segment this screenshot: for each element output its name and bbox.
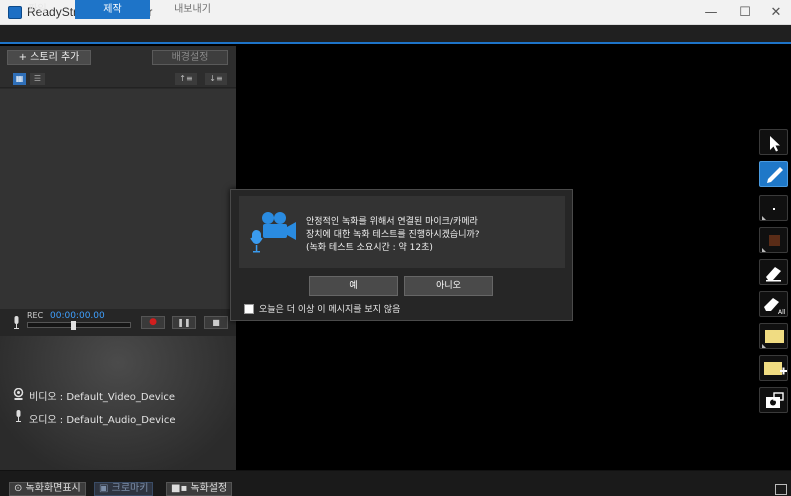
video-device-label: 비디오 : Default_Video_Device bbox=[29, 392, 176, 403]
pen-color-icon bbox=[762, 235, 780, 252]
recording-display-button[interactable]: ⊙ 녹화화면표시 bbox=[9, 482, 86, 496]
rec-label: REC bbox=[27, 311, 44, 320]
webcam-icon bbox=[13, 388, 24, 400]
rec-progress-track[interactable] bbox=[27, 322, 131, 328]
add-story-button[interactable]: + 스토리 추가 bbox=[7, 50, 91, 65]
erase-all-tool[interactable]: All bbox=[759, 291, 788, 317]
eraser-tool[interactable] bbox=[759, 259, 788, 285]
eraser-icon bbox=[766, 267, 781, 282]
fullscreen-icon[interactable] bbox=[775, 484, 787, 495]
pause-button[interactable]: ❚❚ bbox=[172, 316, 196, 329]
tab-export[interactable]: 내보내기 bbox=[150, 0, 235, 19]
dont-show-checkbox[interactable] bbox=[244, 304, 254, 314]
list-view-icon[interactable]: ☰ bbox=[30, 73, 45, 85]
pen-color-tool[interactable] bbox=[759, 227, 788, 253]
dialog-message-line: 장치에 대한 녹화 테스트를 진행하시겠습니까? bbox=[306, 230, 480, 240]
sticky-note-icon bbox=[762, 330, 784, 348]
close-button[interactable]: ✕ bbox=[758, 2, 791, 23]
grid-view-icon[interactable]: ▦ bbox=[13, 73, 26, 85]
move-down-button[interactable]: ↓≡ bbox=[205, 73, 227, 85]
dialog-message-line: (녹화 테스트 소요시간 : 약 12초) bbox=[306, 243, 433, 253]
audio-device-label: 오디오 : Default_Audio_Device bbox=[29, 415, 176, 426]
recording-settings-button[interactable]: ■▪ 녹화설정 bbox=[166, 482, 233, 496]
pen-tool-icon bbox=[767, 167, 783, 183]
dialog-message-line: 안정적인 녹화를 위해서 연결된 마이크/카메라 bbox=[306, 217, 478, 227]
background-settings-button[interactable]: 배경설정 bbox=[152, 50, 228, 65]
erase-all-icon: All bbox=[764, 298, 786, 316]
minimize-button[interactable]: — bbox=[693, 2, 729, 23]
dont-show-label: 오늘은 더 이상 이 메시지를 보지 않음 bbox=[259, 305, 401, 315]
sticky-note-tool[interactable] bbox=[759, 323, 788, 349]
record-button[interactable]: ● bbox=[141, 316, 165, 329]
pen-size-tool[interactable] bbox=[759, 195, 788, 221]
pointer-tool-icon bbox=[770, 136, 780, 152]
no-button[interactable]: 아니오 bbox=[404, 276, 493, 296]
pen-size-icon bbox=[762, 208, 775, 220]
camera-microphone-icon bbox=[250, 212, 296, 253]
rec-time: 00:00:00.00 bbox=[50, 311, 105, 321]
tab-file[interactable]: 파일 bbox=[0, 0, 75, 19]
microphone-icon bbox=[14, 316, 19, 329]
microphone-icon bbox=[16, 410, 21, 422]
chromakey-button[interactable]: ▣ 크로마키 bbox=[94, 482, 154, 496]
screen-capture-tool[interactable] bbox=[759, 387, 788, 413]
move-up-button[interactable]: ↑≡ bbox=[175, 73, 197, 85]
svg-text:All: All bbox=[778, 309, 786, 316]
tab-produce[interactable]: 제작 bbox=[75, 0, 150, 19]
pointer-tool[interactable] bbox=[759, 129, 788, 155]
device-panel bbox=[0, 336, 236, 470]
menu-tab-bar bbox=[0, 25, 791, 44]
rec-progress-handle[interactable] bbox=[71, 321, 76, 330]
yes-button[interactable]: 예 bbox=[309, 276, 398, 296]
add-sticky-note-icon bbox=[764, 362, 787, 375]
screen-capture-icon bbox=[766, 392, 784, 408]
story-list[interactable] bbox=[0, 89, 236, 309]
stop-button[interactable]: ■ bbox=[204, 316, 228, 329]
pen-tool[interactable] bbox=[759, 161, 788, 187]
add-sticky-note-tool[interactable] bbox=[759, 355, 788, 381]
